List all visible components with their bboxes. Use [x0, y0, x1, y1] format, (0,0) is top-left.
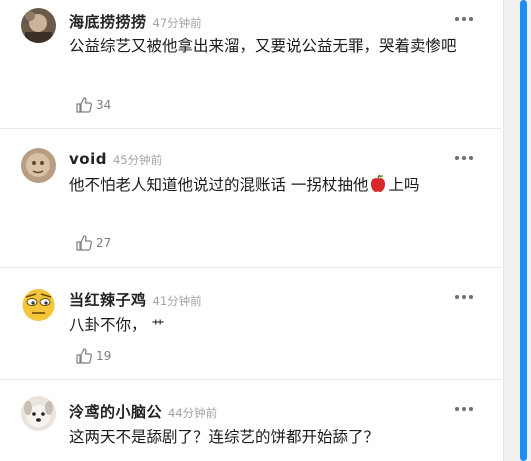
comment-header: void 45分钟前 — [69, 150, 162, 168]
comment-text: 公益综艺又被他拿出来溜，又要说公益无罪，哭着卖惨吧 — [69, 37, 457, 55]
like-count: 34 — [96, 98, 112, 112]
thumbs-up-icon — [76, 97, 92, 113]
timestamp: 44分钟前 — [168, 406, 218, 420]
scrollbar-thumb[interactable] — [520, 0, 527, 461]
scrollbar[interactable] — [503, 0, 531, 461]
like-button[interactable]: 27 — [75, 234, 111, 252]
username[interactable]: 当红辣子鸡 — [69, 289, 147, 310]
more-options-icon[interactable] — [455, 403, 477, 415]
avatar-dog-photo-icon[interactable] — [21, 396, 56, 431]
comment-text-part: 上吗 — [388, 176, 420, 194]
username[interactable]: 泠鸢的小脑公 — [69, 401, 162, 422]
comment-item: 泠鸢的小脑公 44分钟前 这两天不是舔剧了？连综艺的饼都开始舔了？ — [0, 379, 502, 461]
thumbs-up-icon — [76, 348, 92, 364]
more-options-icon[interactable] — [455, 13, 477, 25]
username[interactable]: 海底捞捞捞 — [69, 11, 147, 32]
comment-item: 当红辣子鸡 41分钟前 八卦不你， 艹 19 — [0, 267, 502, 380]
comment-item: 海底捞捞捞 47分钟前 公益综艺又被他拿出来溜，又要说公益无罪，哭着卖惨吧 34 — [0, 0, 502, 129]
timestamp: 45分钟前 — [112, 153, 163, 167]
comment-text-part: 他不怕老人知道他说过的混账话 一拐杖抽他 — [69, 176, 369, 194]
like-count: 19 — [96, 349, 112, 363]
comment-text: 这两天不是舔剧了？连综艺的饼都开始舔了？ — [69, 428, 380, 446]
like-button[interactable]: 34 — [75, 96, 111, 114]
timestamp: 41分钟前 — [152, 294, 202, 308]
comment-text-extra: 艹 — [151, 319, 164, 334]
comment-header: 当红辣子鸡 41分钟前 — [69, 289, 202, 310]
comment-item: void 45分钟前 他不怕老人知道他说过的混账话 一拐杖抽他 上吗 27 — [0, 128, 502, 268]
comment-text: 八卦不你， 艹 — [69, 311, 484, 341]
avatar-photo-icon[interactable] — [21, 148, 56, 183]
more-options-icon[interactable] — [455, 152, 477, 164]
more-options-icon[interactable] — [455, 291, 477, 303]
apple-emoji — [371, 174, 386, 192]
comment-text-part: 八卦不你， — [69, 316, 147, 334]
thumbs-up-icon — [76, 235, 92, 251]
timestamp: 47分钟前 — [152, 16, 202, 30]
comment-header: 海底捞捞捞 47分钟前 — [69, 11, 202, 32]
avatar-emoji-face-icon[interactable] — [21, 287, 56, 322]
comment-list-page: 海底捞捞捞 47分钟前 公益综艺又被他拿出来溜，又要说公益无罪，哭着卖惨吧 34… — [0, 0, 531, 461]
comment-text: 他不怕老人知道他说过的混账话 一拐杖抽他 上吗 — [69, 171, 484, 199]
avatar-photo-icon[interactable] — [21, 8, 56, 43]
like-count: 27 — [96, 236, 112, 250]
username[interactable]: void — [69, 150, 107, 168]
like-button[interactable]: 19 — [75, 347, 111, 365]
comment-header: 泠鸢的小脑公 44分钟前 — [69, 401, 217, 422]
